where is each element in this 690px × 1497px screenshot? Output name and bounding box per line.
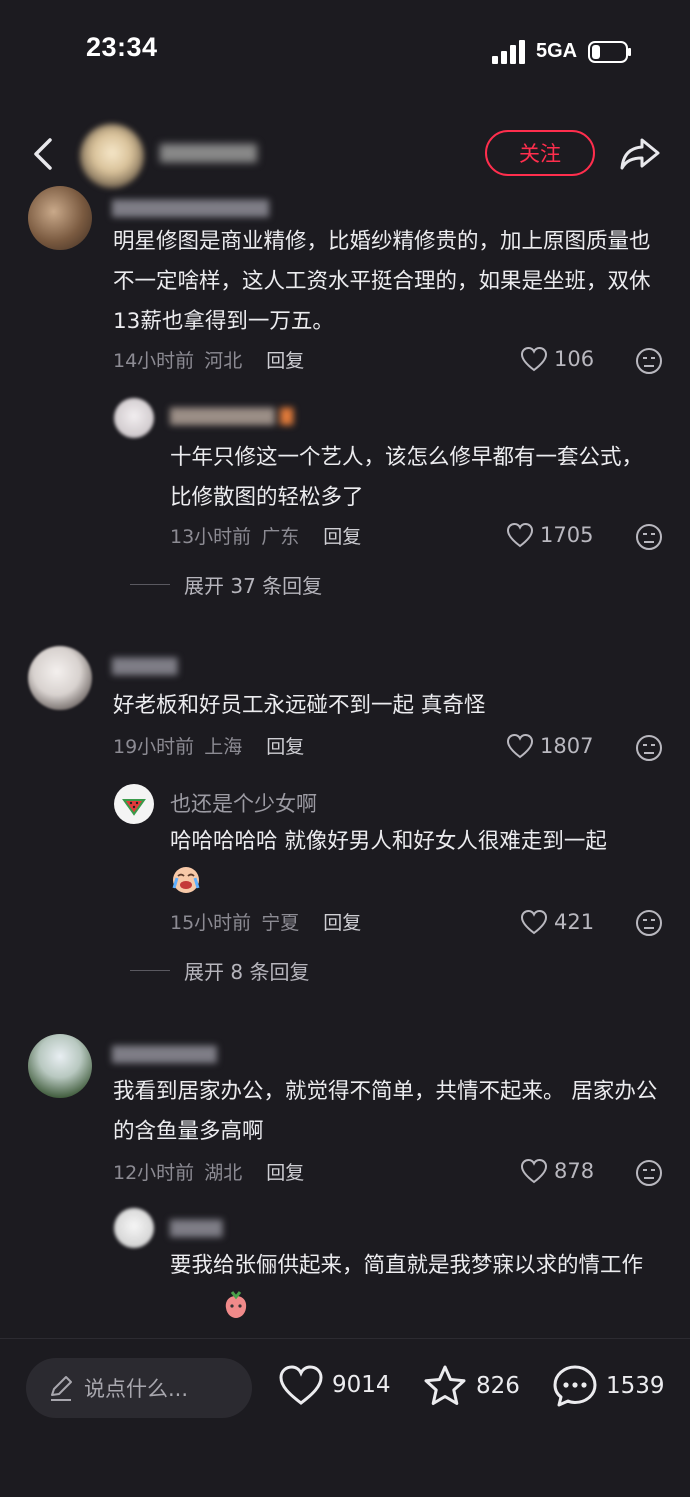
reply-username-blurred: ▇▇▇▇ xyxy=(170,1218,223,1238)
like-count: 1807 xyxy=(540,734,594,758)
reply-time: 15小时前 xyxy=(170,912,252,934)
reply-button[interactable]: 回复 xyxy=(323,526,361,548)
like-button[interactable]: 421 xyxy=(520,909,594,935)
like-count: 878 xyxy=(554,1159,595,1183)
heart-icon xyxy=(520,909,548,935)
comment-location: 湖北 xyxy=(204,1162,243,1184)
reply-button[interactable]: 回复 xyxy=(266,736,304,758)
like-button[interactable]: 1705 xyxy=(506,522,593,548)
reply-button[interactable]: 回复 xyxy=(323,912,361,934)
comment-time: 14小时前 xyxy=(113,350,195,372)
heart-icon xyxy=(506,733,534,759)
dislike-icon[interactable] xyxy=(635,347,663,375)
comment-time: 19小时前 xyxy=(113,736,195,758)
like-count: 106 xyxy=(554,347,595,371)
expand-replies-button[interactable]: 展开 37 条回复 xyxy=(130,570,322,599)
reply-button[interactable]: 回复 xyxy=(266,1162,304,1184)
reply-location: 广东 xyxy=(261,526,300,548)
heart-icon xyxy=(520,1158,548,1184)
battery-icon xyxy=(588,41,631,63)
reply-username[interactable]: 也还是个少女啊 xyxy=(170,788,317,818)
pencil-icon xyxy=(51,1376,72,1401)
network-label: 5GA xyxy=(536,40,578,62)
comments-button[interactable]: 1539 xyxy=(552,1364,665,1408)
reply-location: 宁夏 xyxy=(261,912,300,934)
share-icon[interactable] xyxy=(618,134,662,174)
comment-username-blurred: ▇▇▇▇▇▇▇▇▇▇▇▇ xyxy=(112,198,269,218)
comment-count: 1539 xyxy=(606,1373,665,1399)
reply-button[interactable]: 回复 xyxy=(266,350,304,372)
dislike-icon[interactable] xyxy=(635,1159,663,1187)
reply-meta: 15小时前 宁夏 回复 xyxy=(170,908,371,935)
comment-icon xyxy=(553,1365,597,1407)
comment-meta: 19小时前 上海 回复 xyxy=(113,732,314,759)
follow-button[interactable]: 关注 xyxy=(485,130,595,176)
reply-avatar[interactable] xyxy=(114,398,154,438)
comment-input-placeholder: 说点什么... xyxy=(84,1377,189,1401)
reply-avatar[interactable] xyxy=(114,1208,154,1248)
heart-icon xyxy=(279,1365,323,1405)
reply-text: 哈哈哈哈哈 就像好男人和好女人很难走到一起 xyxy=(170,822,670,862)
comment-text: 好老板和好员工永远碰不到一起 真奇怪 xyxy=(113,693,486,718)
comment-meta: 12小时前 湖北 回复 xyxy=(113,1158,314,1185)
comment-avatar[interactable] xyxy=(28,186,92,250)
expand-replies-button[interactable]: 展开 8 条回复 xyxy=(130,956,309,985)
reply-text: 十年只修这一个艺人，该怎么修早都有一套公式，比修散图的轻松多了 xyxy=(170,445,644,510)
comment-text: 明星修图是商业精修，比婚纱精修贵的，加上原图质量也不一定啥样，这人工资水平挺合理… xyxy=(113,229,651,334)
comment-time: 12小时前 xyxy=(113,1162,195,1184)
reply-text-content: 要我给张俪供起来，简直就是我梦寐以求的情工作 xyxy=(170,1253,644,1278)
like-post-button[interactable]: 9014 xyxy=(278,1364,391,1406)
dislike-icon[interactable] xyxy=(635,909,663,937)
status-time: 23:34 xyxy=(86,32,158,62)
reply-meta: 13小时前 广东 回复 xyxy=(170,522,371,549)
expand-label: 展开 8 条回复 xyxy=(184,960,310,984)
comment-avatar[interactable] xyxy=(28,1034,92,1098)
heart-icon xyxy=(506,522,534,548)
comment-username-blurred: ▇▇▇▇▇ xyxy=(112,656,178,676)
comment-username-blurred: ▇▇▇▇▇▇▇▇ xyxy=(112,1044,217,1064)
reply-avatar[interactable] xyxy=(114,784,154,824)
reply-time: 13小时前 xyxy=(170,526,252,548)
crying-emoji-icon xyxy=(172,867,200,893)
like-count: 421 xyxy=(554,910,595,934)
reply-username-blurred: ▇▇▇▇▇▇▇▇ ▇ xyxy=(170,406,294,426)
heart-icon xyxy=(520,346,548,372)
like-button[interactable]: 106 xyxy=(520,346,594,372)
dislike-icon[interactable] xyxy=(635,734,663,762)
back-icon[interactable] xyxy=(28,134,58,174)
post-like-count: 9014 xyxy=(332,1372,391,1398)
favorite-button[interactable]: 826 xyxy=(422,1364,520,1408)
reply-text: 要我给张俪供起来，简直就是我梦寐以求的情工作 xyxy=(170,1246,670,1286)
author-avatar[interactable] xyxy=(80,124,144,188)
comment-input[interactable]: 说点什么... xyxy=(26,1358,252,1418)
star-icon xyxy=(424,1365,466,1405)
signal-icon xyxy=(492,40,525,64)
comment-location: 河北 xyxy=(204,350,243,372)
watermelon-icon xyxy=(122,799,146,816)
divider-line xyxy=(130,970,170,971)
dislike-icon[interactable] xyxy=(635,523,663,551)
expand-label: 展开 37 条回复 xyxy=(184,574,323,598)
like-button[interactable]: 1807 xyxy=(506,733,593,759)
like-count: 1705 xyxy=(540,523,594,547)
comment-location: 上海 xyxy=(204,736,243,758)
comment-meta: 14小时前 河北 回复 xyxy=(113,346,314,373)
like-button[interactable]: 878 xyxy=(520,1158,594,1184)
divider-line xyxy=(130,584,170,585)
comment-text: 我看到居家办公，就觉得不简单，共情不起来。 居家办公的含鱼量多高啊 xyxy=(113,1079,658,1144)
reply-text-content: 哈哈哈哈哈 就像好男人和好女人很难走到一起 xyxy=(170,829,607,854)
author-name-blurred: ▇▇▇▇▇▇▇ xyxy=(160,142,257,163)
comment-avatar[interactable] xyxy=(28,646,92,710)
fruit-emoji-icon xyxy=(225,1291,247,1318)
favorite-count: 826 xyxy=(476,1373,520,1399)
